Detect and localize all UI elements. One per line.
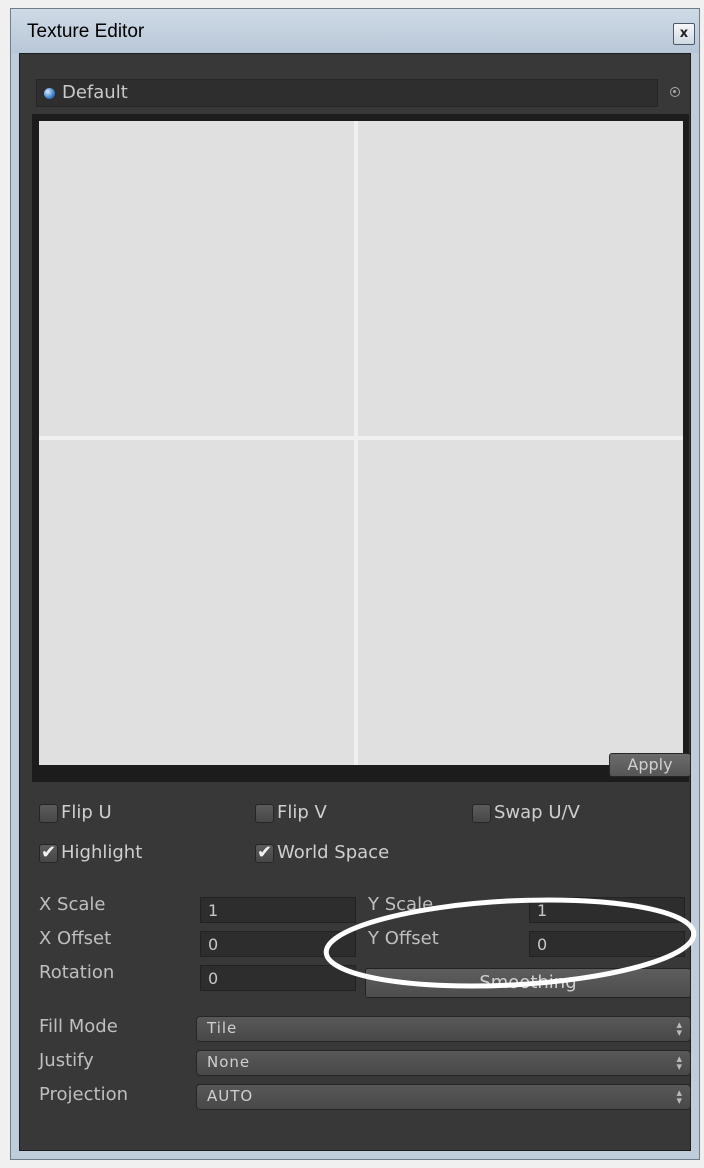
preview-canvas xyxy=(39,121,683,765)
flip-v-checkbox[interactable] xyxy=(255,804,274,823)
world-space-toggle[interactable]: ✔ World Space xyxy=(255,842,425,866)
swap-uv-toggle[interactable]: Swap U/V xyxy=(472,802,612,826)
preview-quad xyxy=(39,121,354,436)
object-picker-icon[interactable] xyxy=(670,87,680,97)
check-icon: ✔ xyxy=(41,842,57,863)
close-button[interactable]: x xyxy=(673,23,695,45)
flip-v-toggle[interactable]: Flip V xyxy=(255,802,365,826)
texture-preview xyxy=(32,114,689,782)
check-icon: ✔ xyxy=(257,842,273,863)
highlight-label: Highlight xyxy=(61,842,143,863)
justify-label: Justify xyxy=(39,1050,94,1071)
world-space-label: World Space xyxy=(277,842,390,863)
flip-v-label: Flip V xyxy=(277,802,327,823)
texture-field[interactable]: Default xyxy=(36,79,658,107)
flip-u-toggle[interactable]: Flip U xyxy=(39,802,149,826)
world-space-checkbox[interactable]: ✔ xyxy=(255,842,274,863)
flip-u-checkbox[interactable] xyxy=(39,804,58,823)
projection-value: AUTO xyxy=(207,1087,254,1105)
fill-mode-dropdown[interactable]: Tile ▴ ▾ xyxy=(196,1016,691,1042)
x-offset-label: X Offset xyxy=(39,928,112,949)
projection-dropdown[interactable]: AUTO ▴ ▾ xyxy=(196,1084,691,1110)
texture-icon xyxy=(44,88,55,99)
highlight-checkbox[interactable]: ✔ xyxy=(39,842,58,863)
justify-dropdown[interactable]: None ▴ ▾ xyxy=(196,1050,691,1076)
apply-button[interactable]: Apply xyxy=(609,753,691,777)
texture-name: Default xyxy=(62,82,128,103)
fill-mode-label: Fill Mode xyxy=(39,1016,118,1037)
rotation-label: Rotation xyxy=(39,962,115,983)
preview-quad xyxy=(358,440,683,765)
title-bar[interactable]: Texture Editor x xyxy=(11,9,699,53)
swap-uv-checkbox[interactable] xyxy=(472,804,491,823)
projection-label: Projection xyxy=(39,1084,129,1105)
swap-uv-label: Swap U/V xyxy=(494,802,580,823)
justify-value: None xyxy=(207,1053,251,1071)
dropdown-arrows-icon: ▴ ▾ xyxy=(676,1052,682,1073)
dropdown-arrows-icon: ▴ ▾ xyxy=(676,1018,682,1039)
annotation-ellipse xyxy=(323,897,697,989)
preview-quad xyxy=(358,121,683,436)
fill-mode-value: Tile xyxy=(207,1019,238,1037)
preview-quad xyxy=(39,440,354,765)
flip-u-label: Flip U xyxy=(61,802,112,823)
highlight-toggle[interactable]: ✔ Highlight xyxy=(39,842,179,866)
dropdown-arrows-icon: ▴ ▾ xyxy=(676,1086,682,1107)
window-title: Texture Editor xyxy=(27,21,145,42)
x-scale-label: X Scale xyxy=(39,894,106,915)
